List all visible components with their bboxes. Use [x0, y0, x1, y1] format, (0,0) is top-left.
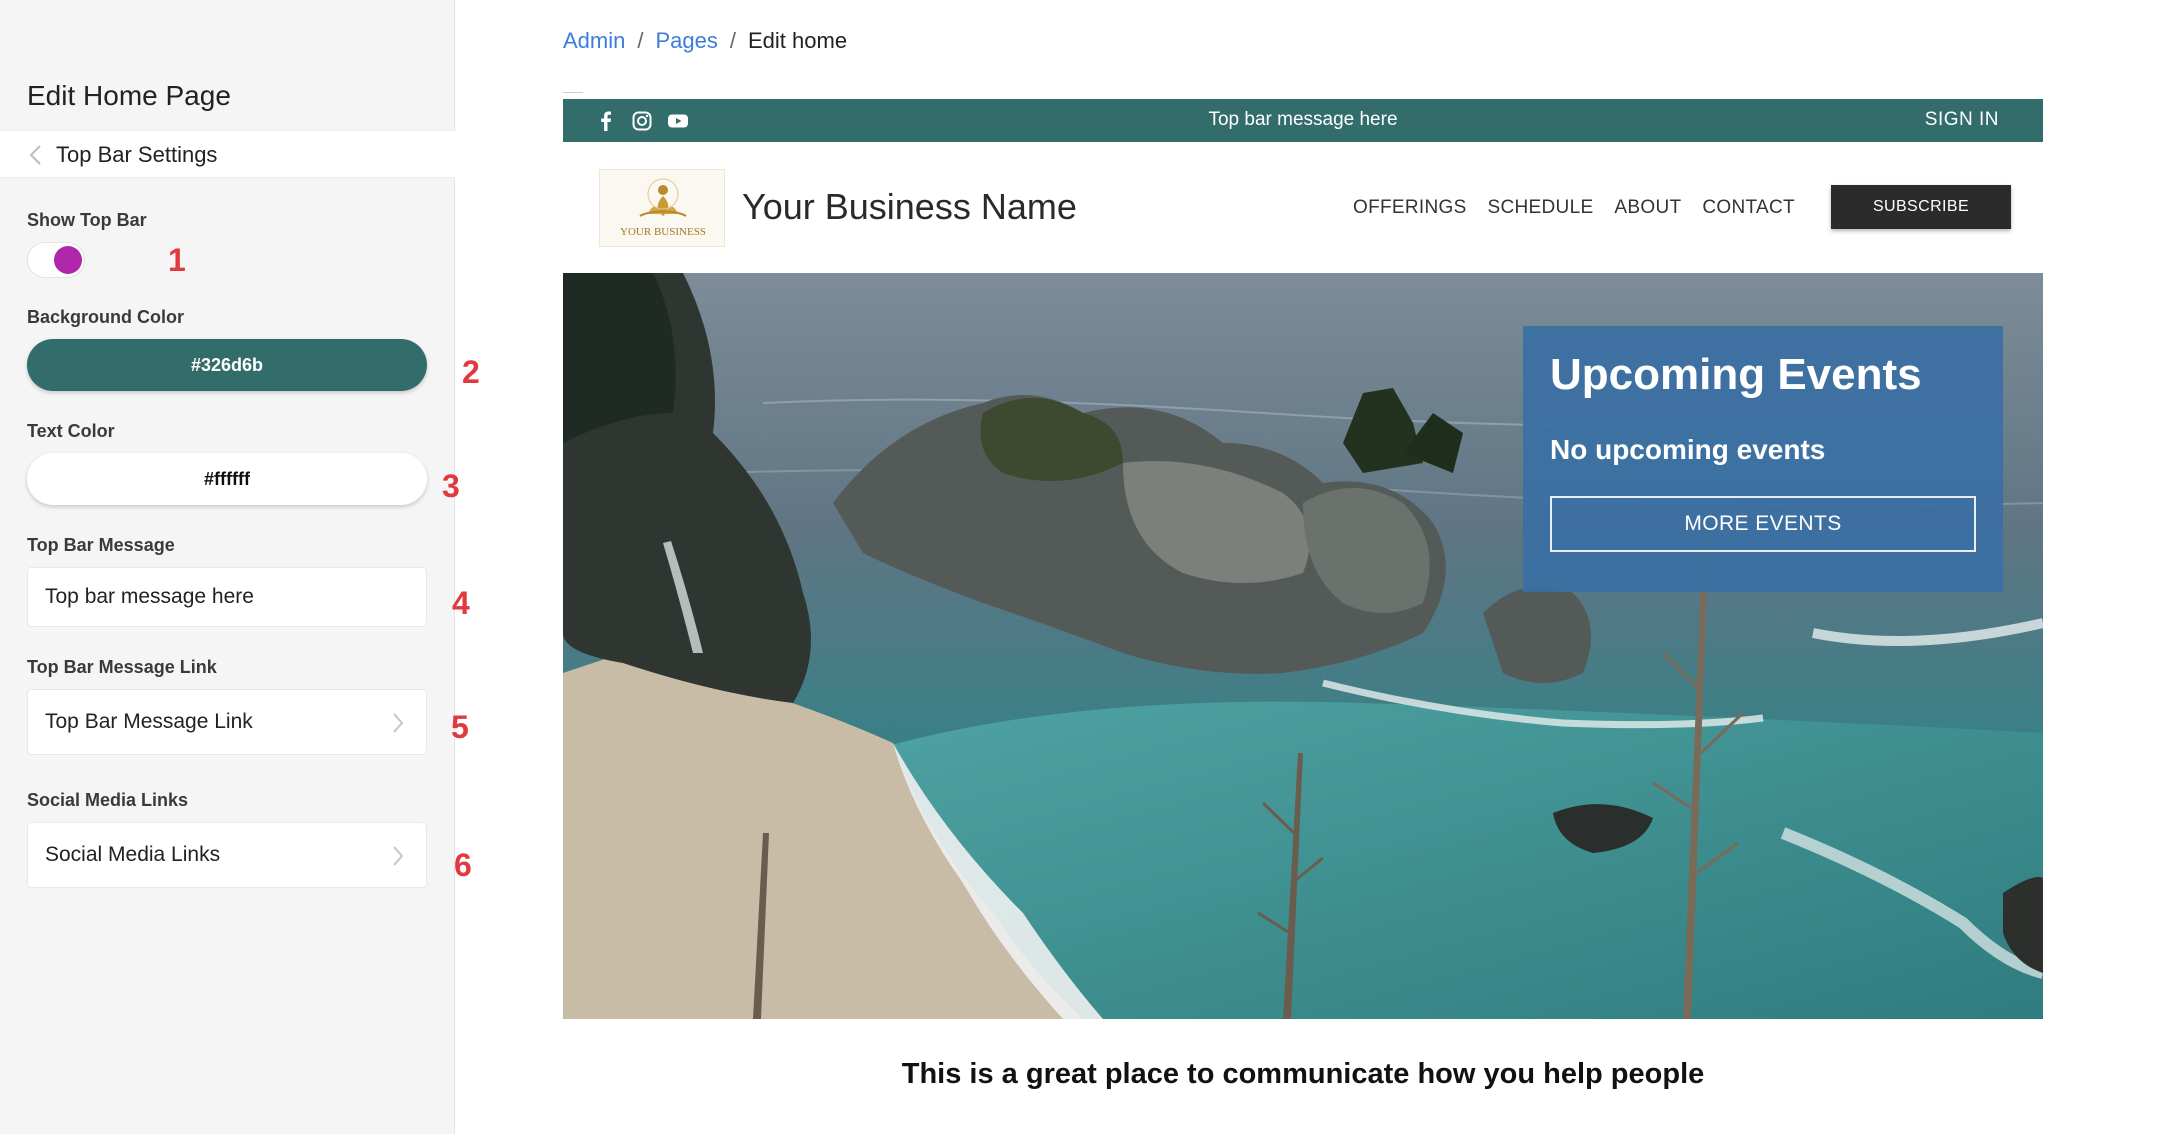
settings-sidebar: Edit Home Page Top Bar Settings Show Top… — [0, 0, 480, 1134]
chevron-left-icon — [29, 145, 41, 165]
upcoming-events-panel: Upcoming Events No upcoming events MORE … — [1523, 326, 2003, 592]
social-media-links-text: Social Media Links — [45, 843, 221, 866]
text-color-label: Text Color — [27, 421, 115, 441]
breadcrumb-pages[interactable]: Pages — [655, 28, 717, 54]
top-bar-message-link-button[interactable]: Top Bar Message Link — [27, 689, 427, 755]
annotation-marker-2: 2 — [462, 354, 480, 390]
annotation-marker-1: 1 — [168, 242, 186, 278]
social-media-links-label: Social Media Links — [27, 790, 189, 810]
back-to-top-bar-settings[interactable]: Top Bar Settings — [0, 130, 455, 178]
background-color-label: Background Color — [27, 307, 185, 327]
background-color-picker[interactable]: #326d6b — [27, 339, 427, 391]
breadcrumb-separator: / — [637, 28, 644, 53]
back-label: Top Bar Settings — [56, 142, 218, 167]
annotation-marker-4: 4 — [452, 585, 470, 621]
business-logo[interactable]: YOUR BUSINESS — [599, 169, 725, 247]
tagline: This is a great place to communicate how… — [901, 1058, 1705, 1090]
nav-schedule[interactable]: SCHEDULE — [1488, 197, 1594, 219]
lotus-logo-icon — [639, 178, 687, 217]
top-bar-message-link-label: Top Bar Message Link — [27, 657, 217, 677]
top-bar-message-input[interactable] — [27, 567, 427, 627]
top-bar-message[interactable]: Top bar message here — [563, 109, 2043, 131]
annotation-marker-3: 3 — [442, 468, 460, 504]
logo-text: YOUR BUSINESS — [620, 226, 706, 238]
site-navigation: OFFERINGS SCHEDULE ABOUT CONTACT — [1353, 197, 1795, 219]
top-bar-message-link-text: Top Bar Message Link — [45, 710, 253, 733]
nav-contact[interactable]: CONTACT — [1702, 197, 1795, 219]
sidebar-title: Edit Home Page — [27, 80, 231, 111]
show-top-bar-label: Show Top Bar — [27, 210, 147, 230]
text-color-picker[interactable]: #ffffff — [27, 453, 427, 505]
more-events-button[interactable]: MORE EVENTS — [1550, 496, 1976, 552]
site-preview: Top bar message here SIGN IN YOUR BUSINE… — [563, 99, 2043, 1134]
subscribe-button[interactable]: SUBSCRIBE — [1831, 185, 2011, 229]
site-header: YOUR BUSINESS Your Business Name OFFERIN… — [563, 142, 2043, 273]
divider — [563, 92, 583, 93]
annotation-marker-5: 5 — [451, 709, 469, 745]
chevron-right-icon — [393, 713, 404, 733]
nav-offerings[interactable]: OFFERINGS — [1353, 197, 1467, 219]
breadcrumb: Admin / Pages / Edit home — [563, 28, 847, 54]
annotation-marker-6: 6 — [454, 847, 472, 883]
events-empty-message: No upcoming events — [1550, 434, 1826, 465]
breadcrumb-current: Edit home — [748, 28, 848, 53]
social-media-links-button[interactable]: Social Media Links — [27, 822, 427, 888]
breadcrumb-admin[interactable]: Admin — [563, 28, 625, 54]
events-heading: Upcoming Events — [1550, 350, 1922, 399]
sign-in-link[interactable]: SIGN IN — [1925, 109, 1999, 131]
show-top-bar-toggle[interactable] — [27, 242, 85, 278]
chevron-right-icon — [393, 846, 404, 866]
breadcrumb-separator: / — [729, 28, 736, 53]
hero-image: Upcoming Events No upcoming events MORE … — [563, 273, 2043, 1019]
business-name[interactable]: Your Business Name — [742, 186, 1077, 228]
nav-about[interactable]: ABOUT — [1614, 197, 1681, 219]
toggle-knob — [54, 246, 82, 274]
top-bar-message-label: Top Bar Message — [27, 535, 175, 555]
preview-top-bar: Top bar message here SIGN IN — [563, 99, 2043, 142]
